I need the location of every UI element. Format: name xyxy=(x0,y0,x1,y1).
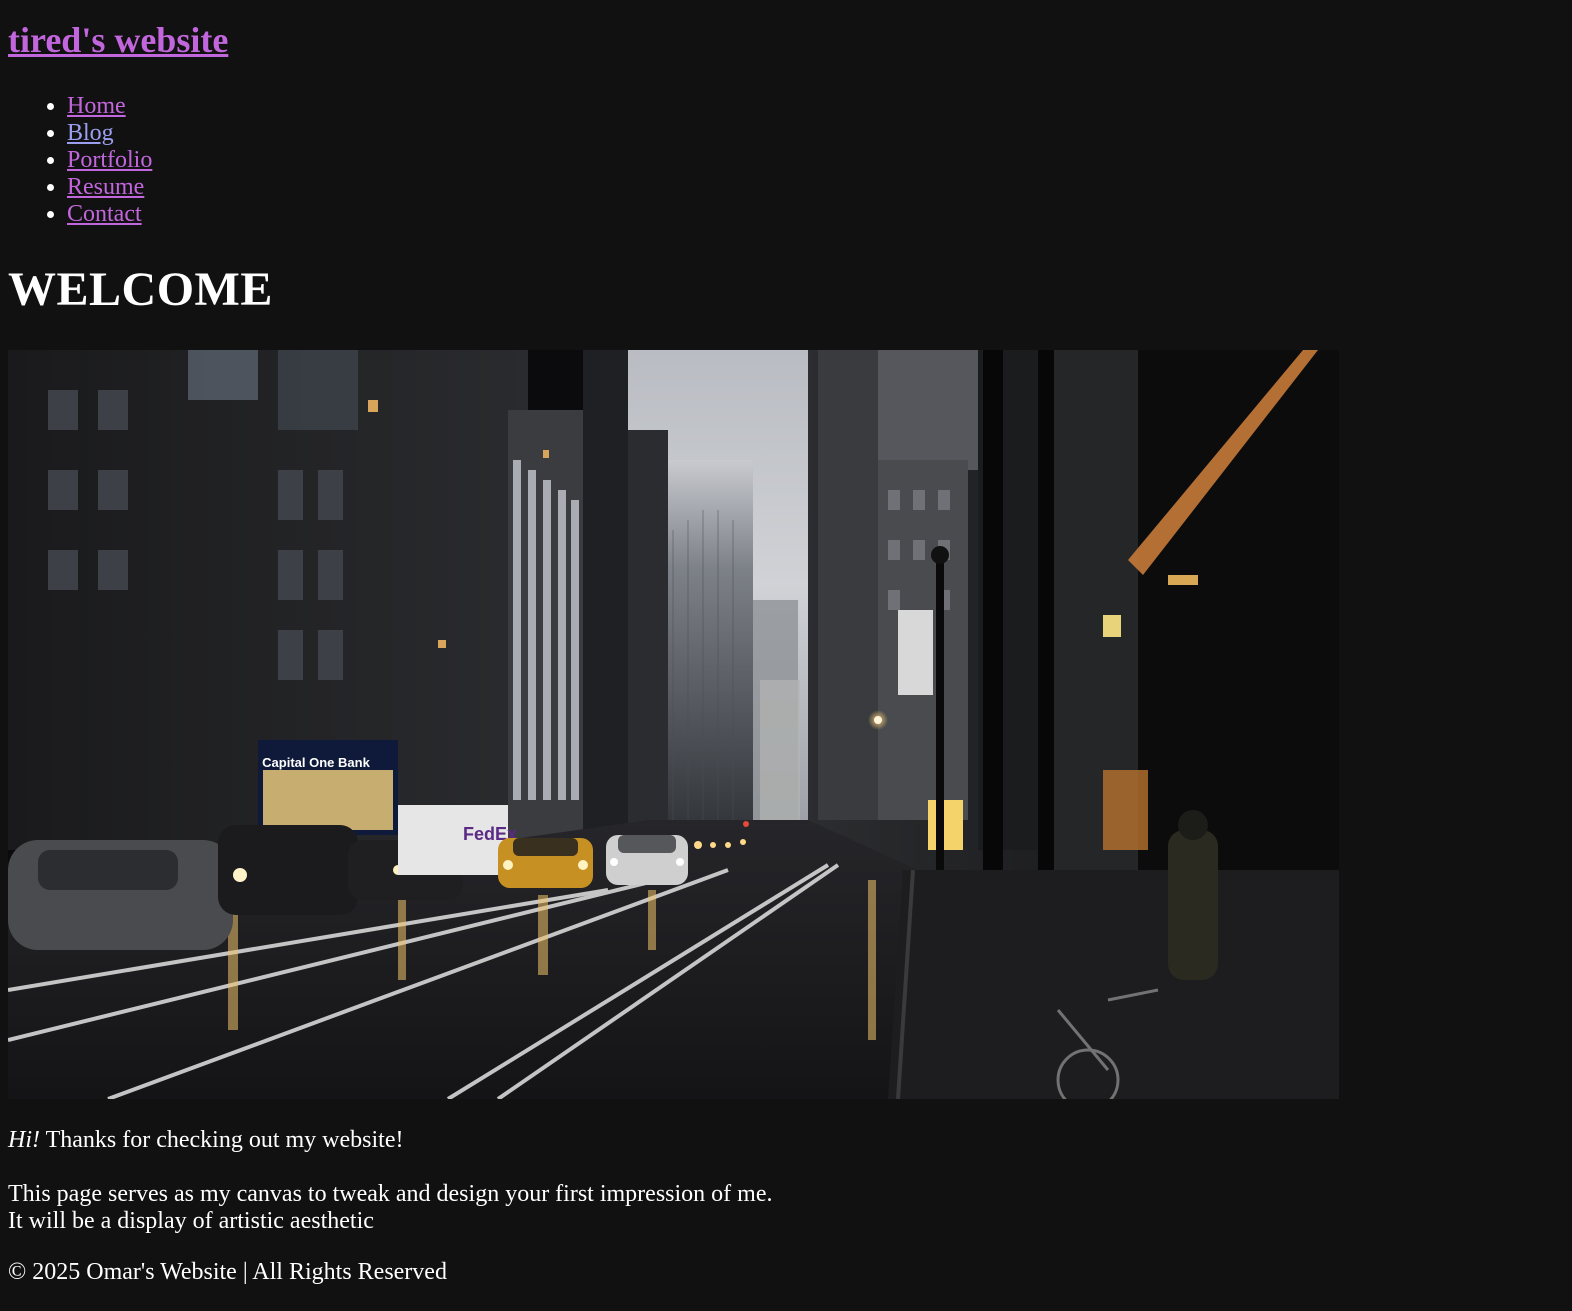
nav-list: Home Blog Portfolio Resume Contact xyxy=(8,93,1564,228)
description-paragraph: This page serves as my canvas to tweak a… xyxy=(8,1181,1564,1235)
nav-link-resume[interactable]: Resume xyxy=(67,174,144,200)
description-line-1: This page serves as my canvas to tweak a… xyxy=(8,1181,773,1207)
description-line-2: It will be a display of artistic aesthet… xyxy=(8,1208,374,1234)
intro-emphasis: Hi! xyxy=(8,1127,40,1153)
site-title-link[interactable]: tired's website xyxy=(8,20,228,60)
footer: © 2025 Omar's Website | All Rights Reser… xyxy=(8,1259,1564,1286)
nav-item-blog: Blog xyxy=(67,120,1564,147)
nav-item-resume: Resume xyxy=(67,174,1564,201)
nav-link-home[interactable]: Home xyxy=(67,93,126,119)
nav-item-home: Home xyxy=(67,93,1564,120)
footer-copyright: © 2025 Omar's Website | All Rights Reser… xyxy=(8,1259,447,1285)
site-title: tired's website xyxy=(8,0,1564,60)
page: tired's website Home Blog Portfolio Resu… xyxy=(0,0,1572,1286)
nav-link-blog[interactable]: Blog xyxy=(67,120,114,146)
bank-sign: Capital One Bank xyxy=(262,755,370,770)
hero-city-street-image: Capital One Bank FedEx xyxy=(8,350,1339,1099)
nav-link-contact[interactable]: Contact xyxy=(67,201,142,227)
welcome-heading: WELCOME xyxy=(8,263,273,316)
nav-item-contact: Contact xyxy=(67,201,1564,228)
intro-rest: Thanks for checking out my website! xyxy=(40,1127,404,1153)
nav-item-portfolio: Portfolio xyxy=(67,147,1564,174)
intro-text: Hi! Thanks for checking out my website! … xyxy=(8,1127,1564,1235)
intro-paragraph: Hi! Thanks for checking out my website! xyxy=(8,1127,1564,1154)
nav-link-portfolio[interactable]: Portfolio xyxy=(67,147,152,173)
